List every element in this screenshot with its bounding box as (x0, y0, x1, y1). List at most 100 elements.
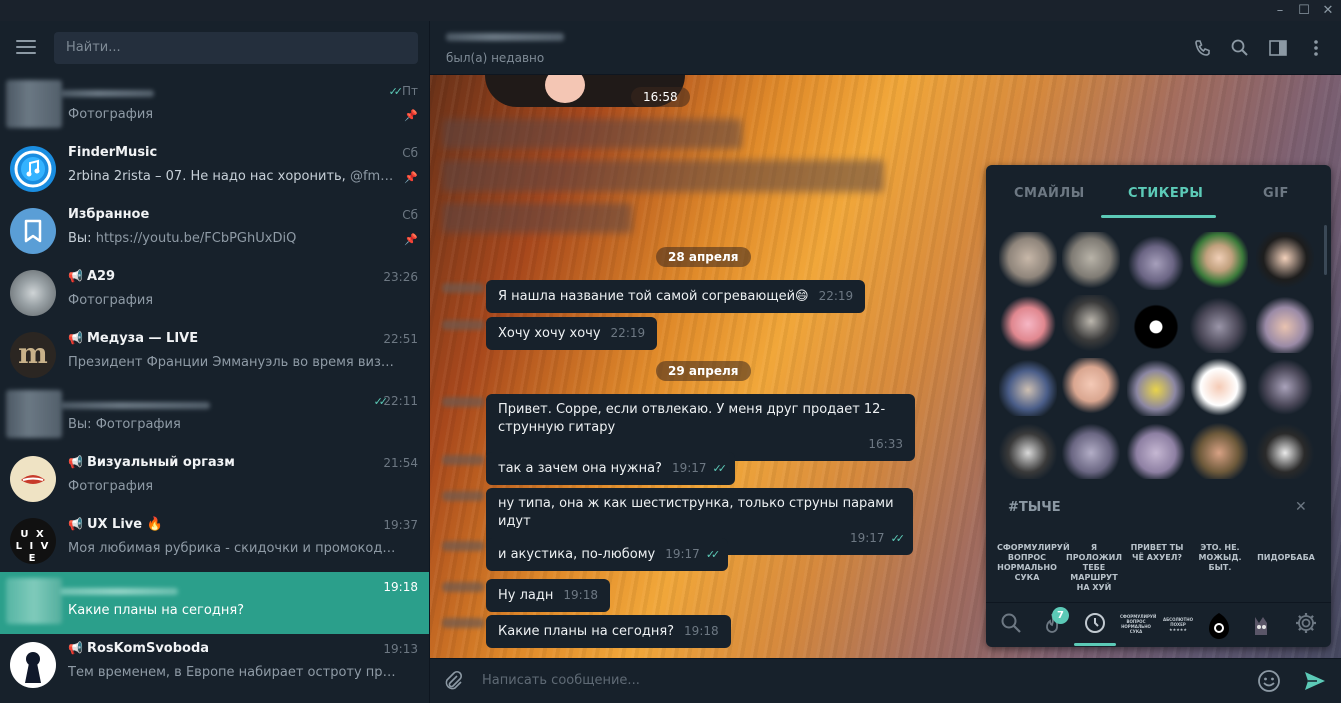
sidebar-header: Найти... (0, 21, 429, 75)
message-input[interactable]: Написать сообщение... (482, 673, 640, 688)
tab-gif[interactable]: GIF (1263, 186, 1289, 201)
sticker[interactable] (1190, 232, 1248, 290)
contact-status: был(а) недавно (446, 51, 545, 65)
message-bubble[interactable]: Я нашла название той самой согревающей😄 2… (486, 280, 866, 313)
avatar (10, 146, 56, 192)
chat-item[interactable]: m 📢 Медуза — LIVE Президент Франции Эмман… (0, 324, 429, 386)
sticker[interactable] (1062, 295, 1120, 353)
tab-emoji[interactable]: СМАЙЛЫ (1014, 186, 1085, 201)
chat-name: 📢 A29 (68, 269, 116, 284)
sticker[interactable] (1190, 421, 1248, 479)
chat-time: 22:11 (383, 394, 418, 408)
send-icon[interactable] (1303, 669, 1327, 693)
blurred-avatar (6, 578, 62, 624)
chat-item[interactable]: 📢 A29 Фотография 23:26 (0, 262, 429, 324)
sticker[interactable] (1127, 295, 1185, 353)
chat-item-active[interactable]: Какие планы на сегодня? 19:18 (0, 572, 429, 634)
emoji-icon[interactable] (1257, 669, 1281, 693)
chat-item[interactable]: 📢 RosKomSvoboda Тем временем, в Европе на… (0, 634, 429, 696)
text-sticker[interactable]: Я ПРОЛОЖИЛ ТЕБЕ МАРШРУТ НА ХУЙ (1064, 543, 1124, 593)
text-sticker[interactable]: ПИДОРБАБА (1256, 553, 1316, 563)
chat-last-message: Тем временем, в Европе набирает остроту … (68, 665, 398, 680)
sticker[interactable] (1256, 295, 1314, 353)
text-sticker[interactable]: ЭТО. НЕ. МОЖЫД. БЫТ. (1190, 543, 1250, 573)
trending-badge: 7 (1052, 607, 1069, 624)
phone-icon[interactable] (1193, 38, 1213, 58)
trending-icon[interactable]: 7 (1038, 607, 1069, 639)
sticker[interactable] (1190, 295, 1248, 353)
text-sticker[interactable]: ПРИВЕТ ТЫ ЧЁ АХУЕЛ? (1128, 543, 1186, 563)
chat-item[interactable]: 📢 Визуальный оргазм Фотография 21:54 (0, 448, 429, 510)
more-vertical-icon[interactable] (1306, 38, 1326, 58)
blurred-chat-name (60, 402, 210, 409)
close-icon[interactable]: ✕ (1295, 499, 1307, 515)
chat-time: Сб (402, 146, 418, 160)
avatar (10, 270, 56, 316)
sticker-set-tab[interactable] (1247, 611, 1275, 639)
attach-icon[interactable] (442, 670, 464, 692)
recent-clock-icon[interactable] (1081, 611, 1109, 639)
scrollbar[interactable] (1324, 225, 1327, 275)
active-tab-indicator (1101, 215, 1216, 218)
close-button[interactable]: ✕ (1316, 0, 1340, 21)
chat-name: Избранное (68, 207, 150, 222)
hamburger-menu-icon[interactable] (16, 40, 36, 54)
chat-last-message: 2rbina 2rista – 07. Не надо нас хоронить… (68, 169, 398, 184)
search-icon[interactable] (997, 611, 1025, 639)
chat-name: FinderMusic (68, 145, 158, 160)
title-bar: – ☐ ✕ (0, 0, 1341, 21)
read-checks-icon: ✓✓ (388, 85, 404, 98)
sticker[interactable] (999, 421, 1057, 479)
sticker-set-tabs: 7 СФОРМУЛИРУЙ ВОПРОС НОРМАЛЬНО СУКА АБСО… (986, 602, 1331, 647)
sticker[interactable] (1256, 358, 1314, 416)
sticker[interactable] (1062, 421, 1120, 479)
blurred-avatar (6, 80, 62, 128)
message-bubble[interactable]: и акустика, по-любому 19:17 ✓✓ (486, 538, 729, 571)
minimize-button[interactable]: – (1268, 0, 1292, 21)
chat-item[interactable]: Избранное Вы: https://youtu.be/FCbPGhUxD… (0, 200, 429, 262)
message-bubble[interactable]: Хочу хочу хочу 22:19 (486, 317, 658, 350)
pin-icon: 📌 (404, 233, 418, 246)
chat-item[interactable]: Фотография ✓✓ Пт 📌 (0, 76, 429, 138)
search-icon[interactable] (1230, 38, 1250, 58)
sticker[interactable] (1062, 232, 1120, 290)
chat-last-message: Какие планы на сегодня? (68, 603, 245, 618)
chat-item[interactable]: Вы: Фотография ✓✓ 22:11 (0, 386, 429, 448)
megaphone-icon: 📢 (68, 269, 83, 283)
search-input[interactable]: Найти... (54, 32, 418, 64)
chat-name: 📢 Визуальный оргазм (68, 455, 235, 470)
text-sticker[interactable]: СФОРМУЛИРУЙ ВОПРОС НОРМАЛЬНО СУКА (997, 543, 1070, 583)
sticker[interactable] (999, 295, 1057, 353)
message-bubble[interactable]: Привет. Сорре, если отвлекаю. У меня дру… (486, 394, 915, 461)
sticker[interactable] (1127, 232, 1185, 290)
chat-last-message: Фотография (68, 479, 154, 494)
sticker-set-tab[interactable]: СФОРМУЛИРУЙ ВОПРОС НОРМАЛЬНО СУКА (1120, 611, 1156, 639)
message-bubble[interactable]: так а зачем она нужна? 19:17 ✓✓ (486, 452, 735, 485)
sticker[interactable] (1062, 358, 1120, 416)
sidebar-toggle-icon[interactable] (1268, 38, 1288, 58)
sticker[interactable] (1256, 232, 1314, 290)
sticker[interactable] (999, 358, 1057, 416)
sticker-set-tab[interactable] (1205, 611, 1233, 639)
chat-name: 📢 UX Live 🔥 (68, 517, 163, 532)
read-checks-icon: ✓✓ (712, 462, 728, 475)
chat-item[interactable]: U XL I V E 📢 UX Live 🔥 Моя любимая рубрик… (0, 510, 429, 572)
sticker[interactable] (999, 232, 1057, 290)
tab-stickers[interactable]: СТИКЕРЫ (1128, 186, 1203, 201)
maximize-button[interactable]: ☐ (1292, 0, 1316, 21)
blurred-chat-name (60, 90, 154, 97)
chat-time: 19:37 (383, 518, 418, 532)
megaphone-icon: 📢 (68, 641, 83, 655)
message-bubble[interactable]: Какие планы на сегодня? 19:18 (486, 615, 731, 648)
chat-time: Сб (402, 208, 418, 222)
chat-item[interactable]: FinderMusic 2rbina 2rista – 07. Не надо … (0, 138, 429, 200)
sticker[interactable] (1190, 358, 1248, 416)
gear-icon[interactable] (1292, 611, 1320, 639)
sticker-set-tab[interactable]: АБСОЛЮТНО ПОХЕР ★★★★★ (1162, 611, 1194, 639)
sticker[interactable] (1256, 421, 1314, 479)
message-bubble[interactable]: Ну ладн 19:18 (486, 579, 610, 612)
sticker[interactable] (1127, 421, 1185, 479)
message-input-bar: Написать сообщение... (430, 658, 1341, 703)
date-separator: 29 апреля (656, 361, 751, 381)
sticker[interactable] (1127, 358, 1185, 416)
